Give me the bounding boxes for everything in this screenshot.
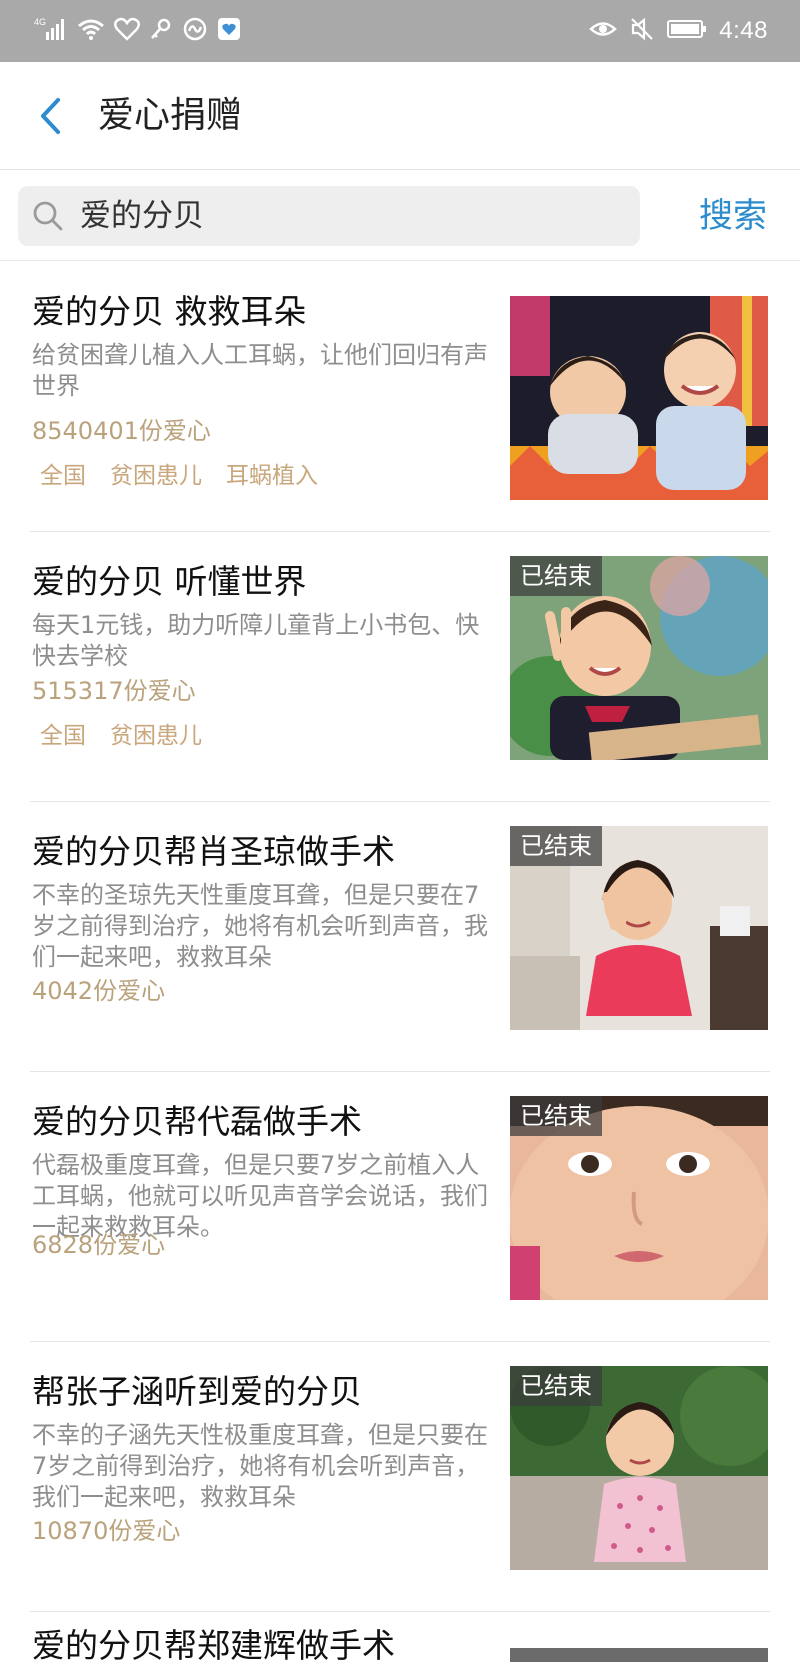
page-title: 爱心捐赠 — [98, 95, 243, 136]
love-count: 515317份爱心 — [32, 677, 196, 705]
clock-time: 4:48 — [719, 17, 768, 44]
love-count: 8540401份爱心 — [32, 417, 211, 445]
love-count: 4042份爱心 — [32, 977, 166, 1005]
love-count: 6828份爱心 — [32, 1231, 166, 1259]
item-thumbnail[interactable]: 已结束 — [510, 1366, 768, 1570]
tag: 贫困患儿 — [110, 463, 202, 489]
signal-icon: 4G — [34, 16, 68, 46]
item-title: 爱的分贝帮代磊做手术 — [32, 1102, 362, 1141]
item-thumbnail[interactable]: 已结束 — [510, 556, 768, 760]
donation-item[interactable]: 爱的分贝帮代磊做手术 代磊极重度耳聋，但是只要7岁之前植入人工耳蜗，他就可以听见… — [0, 1072, 800, 1342]
status-left-icons: 4G — [34, 14, 241, 48]
tag-list: 全国 贫困患儿 耳蜗植入 — [32, 456, 326, 496]
network-type-label: 4G — [34, 17, 46, 27]
ended-badge: 已结束 — [510, 556, 602, 596]
search-icon — [28, 196, 68, 236]
ended-badge: 已结束 — [510, 826, 602, 866]
sync-app-icon — [182, 16, 208, 46]
battery-icon — [667, 19, 707, 43]
item-thumbnail[interactable] — [510, 296, 768, 500]
item-thumbnail[interactable]: 已结束 — [510, 826, 768, 1030]
donation-item[interactable]: 爱的分贝 听懂世界 每天1元钱，助力听障儿童背上小书包、快快去学校 515317… — [0, 532, 800, 802]
item-description: 不幸的子涵先天性极重度耳聋，但是只要在7岁之前得到治疗，她将有机会听到声音，我们… — [32, 1421, 488, 1511]
donation-item[interactable]: 帮张子涵听到爱的分贝 不幸的子涵先天性极重度耳聋，但是只要在7岁之前得到治疗，她… — [0, 1342, 800, 1612]
two-children-photo — [510, 296, 768, 500]
partial-donation-item[interactable]: 爱的分贝帮郑建辉做手术 — [0, 1616, 800, 1662]
tag: 全国 — [40, 463, 86, 489]
item-title: 帮张子涵听到爱的分贝 — [32, 1372, 362, 1411]
love-count: 10870份爱心 — [32, 1517, 181, 1545]
item-description: 每天1元钱，助力听障儿童背上小书包、快快去学校 — [32, 611, 480, 670]
nav-bar: 爱心捐赠 — [0, 62, 800, 170]
search-box[interactable] — [18, 186, 640, 246]
eye-icon — [589, 18, 618, 44]
app-notification-icon — [217, 17, 241, 45]
item-title: 爱的分贝帮郑建辉做手术 — [32, 1626, 395, 1662]
search-button[interactable]: 搜索 — [678, 186, 788, 246]
donation-item[interactable]: 爱的分贝 救救耳朵 给贫困聋儿植入人工耳蜗，让他们回归有声世界 8540401份… — [0, 262, 800, 532]
ended-badge: 已结束 — [510, 1096, 602, 1136]
search-input[interactable] — [80, 186, 630, 246]
key-icon — [149, 17, 173, 45]
wifi-icon — [77, 17, 105, 45]
tag-list: 全国 贫困患儿 — [32, 716, 210, 756]
item-description: 给贫困聋儿植入人工耳蜗，让他们回归有声世界 — [32, 341, 488, 400]
tag: 全国 — [40, 723, 86, 749]
divider — [30, 1611, 770, 1612]
item-title: 爱的分贝 救救耳朵 — [32, 292, 307, 331]
donation-item[interactable]: 爱的分贝帮肖圣琼做手术 不幸的圣琼先天性重度耳聋，但是只要在7岁之前得到治疗，她… — [0, 802, 800, 1072]
status-right-icons: 4:48 — [589, 14, 768, 48]
item-thumbnail[interactable] — [510, 1648, 768, 1662]
heart-icon — [114, 17, 140, 45]
tag: 贫困患儿 — [110, 723, 202, 749]
tag: 耳蜗植入 — [226, 463, 318, 489]
ended-badge: 已结束 — [510, 1366, 602, 1406]
back-arrow-icon[interactable] — [30, 90, 70, 142]
search-bar: 搜索 — [0, 171, 800, 261]
item-thumbnail[interactable]: 已结束 — [510, 1096, 768, 1300]
item-title: 爱的分贝帮肖圣琼做手术 — [32, 832, 395, 871]
item-title: 爱的分贝 听懂世界 — [32, 562, 307, 601]
item-description: 不幸的圣琼先天性重度耳聋，但是只要在7岁之前得到治疗，她将有机会听到声音，我们一… — [32, 881, 488, 971]
mute-icon — [629, 16, 655, 46]
status-bar: 4G 4:48 — [0, 0, 800, 62]
